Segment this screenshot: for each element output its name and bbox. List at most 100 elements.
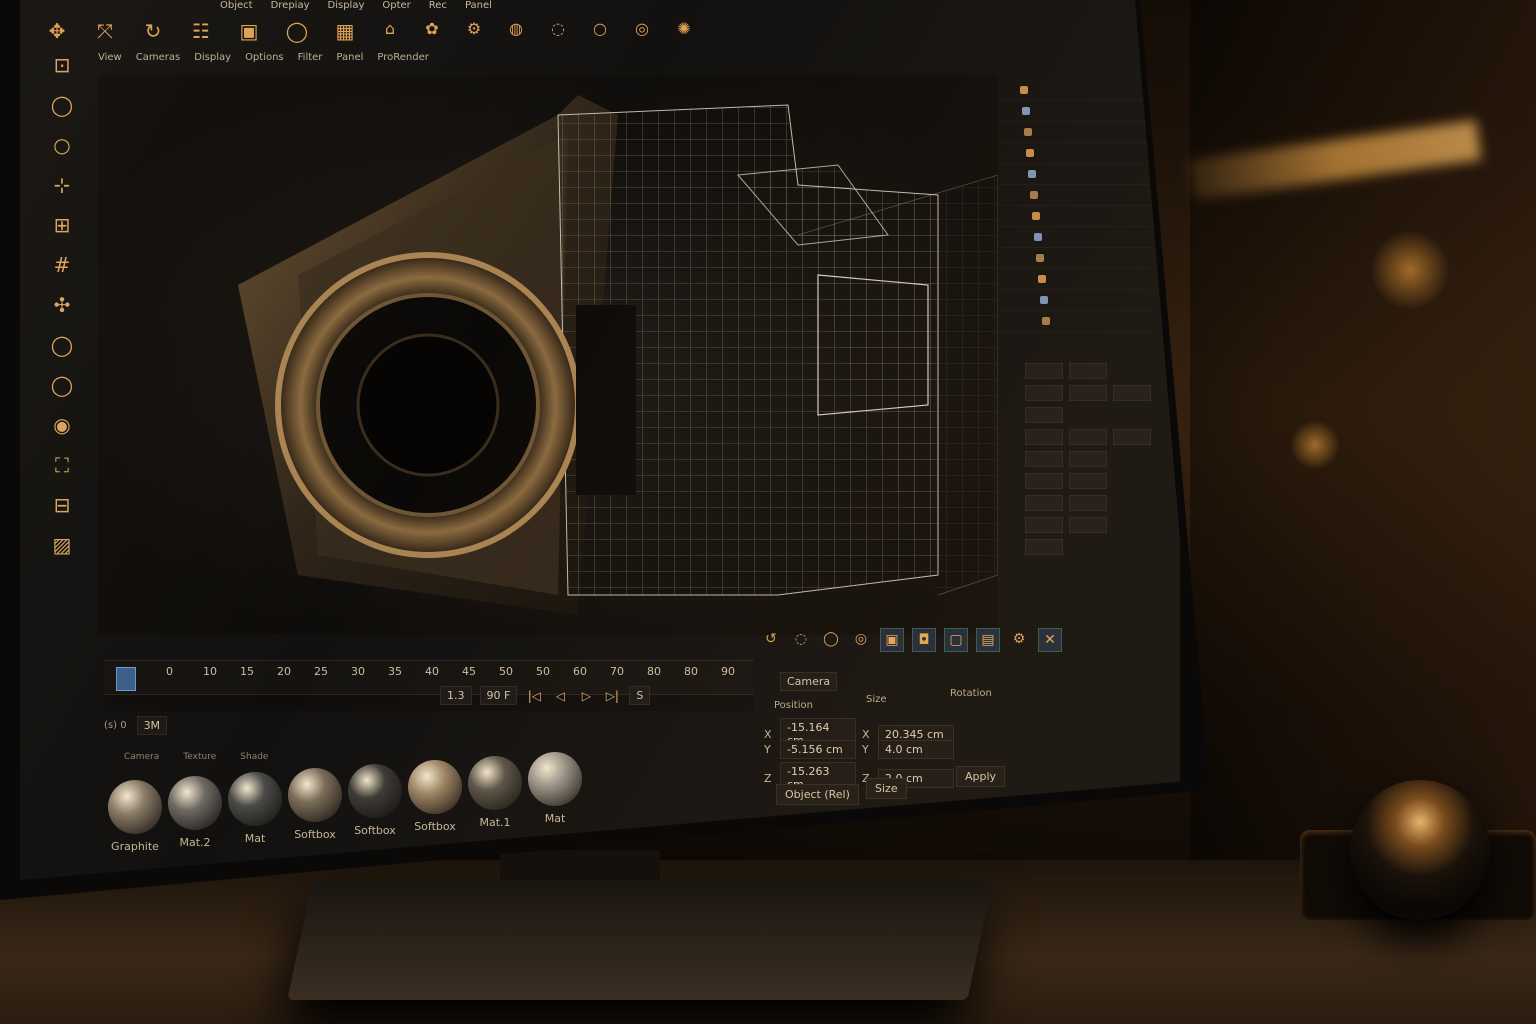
attr-chip[interactable] [1025,495,1063,511]
viewport-menu-cameras[interactable]: Cameras [136,52,180,63]
object-list-row[interactable] [1000,101,1150,122]
attr-chip[interactable] [1069,429,1107,445]
material-preview[interactable] [288,768,342,822]
menu-item[interactable]: Panel [465,0,492,11]
attr-chip[interactable] [1025,473,1063,489]
material-item[interactable]: Mat [228,772,282,845]
object-list-row[interactable] [1000,290,1150,311]
material-filter[interactable]: (s) 0 [104,720,127,731]
frame-icon[interactable]: ▣ [880,628,904,652]
attr-chip[interactable] [1025,385,1063,401]
sphere-icon[interactable]: ◍ [502,14,530,42]
menu-item[interactable]: Object [220,0,253,11]
object-list-row[interactable] [1000,248,1150,269]
attr-chip[interactable] [1113,429,1151,445]
coordinates-search[interactable]: Camera [780,672,838,691]
attr-chip[interactable] [1069,473,1107,489]
material-item[interactable]: Softbox [408,760,462,833]
material-preview[interactable] [468,756,522,810]
viewport-menu-filter[interactable]: Filter [298,52,323,63]
material-preview[interactable] [168,776,222,830]
ring-icon[interactable]: ○ [586,14,614,42]
render-icon[interactable]: ✿ [418,14,446,42]
coordinate-mode-select[interactable]: Object (Rel) [776,784,859,805]
grid-icon[interactable]: # [47,250,77,280]
align-icon[interactable]: ⊞ [47,210,77,240]
object-list-row[interactable] [1000,227,1150,248]
viewport-menu-view[interactable]: View [98,52,122,63]
attr-chip[interactable] [1069,517,1107,533]
attr-chip[interactable] [1069,495,1107,511]
material-item[interactable]: Graphite [108,780,162,853]
material-preview[interactable] [348,764,402,818]
material-item[interactable]: Mat [528,752,582,825]
menu-item[interactable]: Opter [382,0,410,11]
expand-icon[interactable]: ⊟ [47,490,77,520]
circle-icon[interactable]: ◯ [280,14,314,48]
play-button[interactable]: ▷ [577,687,595,705]
material-preview[interactable] [528,752,582,806]
snap-icon[interactable]: ✣ [47,290,77,320]
render-icon[interactable]: ▨ [47,530,77,560]
circle-icon[interactable]: ◯ [47,330,77,360]
timeline-ruler[interactable]: 0 10 15 20 25 30 35 40 45 50 50 60 70 80 80 90 [104,660,754,695]
material-preview[interactable] [408,760,462,814]
frame-icon[interactable]: ◘ [912,628,936,652]
apply-button[interactable]: Apply [956,766,1006,787]
target-icon[interactable]: ◎ [850,628,872,650]
object-list-row[interactable] [1000,185,1150,206]
timeline-playhead[interactable] [116,667,136,691]
menu-item[interactable]: Drepiay [271,0,310,11]
object-list-row[interactable] [1000,122,1150,143]
size-y-field[interactable]: 4.0 cm [878,740,954,759]
timeline-range-bar[interactable] [104,694,754,711]
ring-icon[interactable]: ◌ [790,628,812,650]
object-list-row[interactable] [1000,269,1150,290]
grid-icon[interactable]: ☷ [184,14,218,48]
attr-chip[interactable] [1069,451,1107,467]
attr-chip[interactable] [1025,539,1063,555]
object-list-row[interactable] [1000,206,1150,227]
menu-item[interactable]: Display [328,0,365,11]
end-frame-field[interactable]: 90 F [479,686,518,705]
3d-viewport[interactable] [98,75,998,635]
material-preview[interactable] [108,780,162,834]
layout-icon[interactable]: ▤ [976,628,1000,652]
current-frame-field[interactable]: 1.3 [440,686,472,705]
rotate-icon[interactable]: ↻ [136,14,170,48]
object-list-row[interactable] [1000,311,1150,332]
circle-icon[interactable]: ◯ [820,628,842,650]
render-settings-icon[interactable]: ⚙ [460,14,488,42]
circle-icon[interactable]: ◯ [47,90,77,120]
go-to-end-button[interactable]: ▷| [603,687,621,705]
frame-step-field[interactable]: S [629,686,651,705]
material-item[interactable]: Mat.1 [468,756,522,829]
attr-chip[interactable] [1113,385,1151,401]
scale-icon[interactable]: ⤧ [88,14,122,48]
light-icon[interactable]: ✺ [670,14,698,42]
target-icon[interactable]: ◎ [628,14,656,42]
object-list-row[interactable] [1000,80,1150,101]
frame-icon[interactable]: ▢ [944,628,968,652]
viewport-menu-display[interactable]: Display [194,52,231,63]
object-list-row[interactable] [1000,143,1150,164]
attr-chip[interactable] [1025,517,1063,533]
object-list-row[interactable] [1000,164,1150,185]
attr-chip[interactable] [1025,407,1063,423]
attr-chip[interactable] [1025,429,1063,445]
attr-chip[interactable] [1025,363,1063,379]
size-mode-select[interactable]: Size [866,778,907,799]
material-item[interactable]: Softbox [348,764,402,837]
viewport-menu-panel[interactable]: Panel [336,52,363,63]
attr-chip[interactable] [1025,451,1063,467]
menu-item[interactable]: Rec [429,0,447,11]
rotate-icon[interactable]: ↺ [760,628,782,650]
axis-icon[interactable]: ⊹ [47,170,77,200]
step-back-button[interactable]: ◁ [551,687,569,705]
select-icon[interactable]: ⊡ [47,50,77,80]
attr-chip[interactable] [1069,363,1107,379]
material-search[interactable]: 3M [136,715,168,735]
ring-icon[interactable]: ○ [47,130,77,160]
settings-icon[interactable]: ⚙ [1008,628,1030,650]
ring-icon[interactable]: ◯ [47,370,77,400]
